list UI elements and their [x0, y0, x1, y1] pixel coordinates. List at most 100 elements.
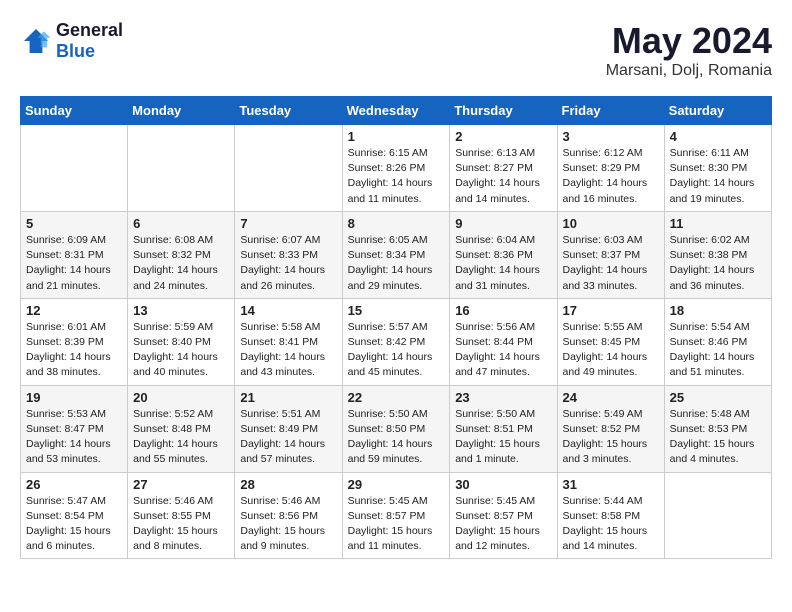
- weekday-header-thursday: Thursday: [450, 97, 557, 125]
- calendar-cell: 11Sunrise: 6:02 AM Sunset: 8:38 PM Dayli…: [664, 211, 771, 298]
- day-number: 6: [133, 216, 229, 231]
- calendar-cell: 21 Sunrise: 5:51 AM Sunset: 8:49 PM Dayli…: [235, 385, 342, 472]
- calendar-title: May 2024: [606, 20, 772, 62]
- day-info: Sunrise: 5:51 AM Sunset: 8:49 PM Dayligh…: [240, 407, 336, 468]
- day-number: 26: [26, 477, 122, 492]
- calendar-body: 1Sunrise: 6:15 AM Sunset: 8:26 PM Daylig…: [21, 125, 772, 559]
- weekday-header-monday: Monday: [128, 97, 235, 125]
- day-info: Sunrise: 6:11 AM Sunset: 8:30 PM Dayligh…: [670, 146, 766, 207]
- weekday-header-saturday: Saturday: [664, 97, 771, 125]
- day-number: 2: [455, 129, 551, 144]
- page-header: General Blue May 2024 Marsani, Dolj, Rom…: [20, 20, 772, 80]
- calendar-cell: [664, 472, 771, 559]
- weekday-header-friday: Friday: [557, 97, 664, 125]
- calendar-table: SundayMondayTuesdayWednesdayThursdayFrid…: [20, 96, 772, 559]
- calendar-cell: 2 Sunrise: 6:13 AM Sunset: 8:27 PM Daylig…: [450, 125, 557, 212]
- calendar-cell: 14Sunrise: 5:58 AM Sunset: 8:41 PM Dayli…: [235, 298, 342, 385]
- day-number: 27: [133, 477, 229, 492]
- calendar-subtitle: Marsani, Dolj, Romania: [606, 62, 772, 80]
- calendar-cell: 5 Sunrise: 6:09 AM Sunset: 8:31 PM Daylig…: [21, 211, 128, 298]
- day-number: 21: [240, 390, 336, 405]
- logo-text-blue: Blue: [56, 41, 123, 62]
- day-info: Sunrise: 6:09 AM Sunset: 8:31 PM Dayligh…: [26, 233, 122, 294]
- calendar-cell: 24Sunrise: 5:49 AM Sunset: 8:52 PM Dayli…: [557, 385, 664, 472]
- day-info: Sunrise: 6:03 AM Sunset: 8:37 PM Dayligh…: [563, 233, 659, 294]
- day-number: 11: [670, 216, 766, 231]
- calendar-cell: [235, 125, 342, 212]
- day-number: 7: [240, 216, 336, 231]
- calendar-cell: 1Sunrise: 6:15 AM Sunset: 8:26 PM Daylig…: [342, 125, 450, 212]
- day-info: Sunrise: 5:45 AM Sunset: 8:57 PM Dayligh…: [455, 494, 551, 555]
- day-info: Sunrise: 5:55 AM Sunset: 8:45 PM Dayligh…: [563, 320, 659, 381]
- day-number: 28: [240, 477, 336, 492]
- calendar-cell: 20 Sunrise: 5:52 AM Sunset: 8:48 PM Dayli…: [128, 385, 235, 472]
- calendar-cell: 18Sunrise: 5:54 AM Sunset: 8:46 PM Dayli…: [664, 298, 771, 385]
- calendar-cell: 17 Sunrise: 5:55 AM Sunset: 8:45 PM Dayli…: [557, 298, 664, 385]
- logo: General Blue: [20, 20, 123, 62]
- day-info: Sunrise: 5:59 AM Sunset: 8:40 PM Dayligh…: [133, 320, 229, 381]
- calendar-cell: 25 Sunrise: 5:48 AM Sunset: 8:53 PM Dayli…: [664, 385, 771, 472]
- day-info: Sunrise: 6:08 AM Sunset: 8:32 PM Dayligh…: [133, 233, 229, 294]
- day-number: 10: [563, 216, 659, 231]
- day-number: 5: [26, 216, 122, 231]
- calendar-cell: 3 Sunrise: 6:12 AM Sunset: 8:29 PM Daylig…: [557, 125, 664, 212]
- calendar-week-2: 5 Sunrise: 6:09 AM Sunset: 8:31 PM Daylig…: [21, 211, 772, 298]
- calendar-cell: 31 Sunrise: 5:44 AM Sunset: 8:58 PM Dayli…: [557, 472, 664, 559]
- calendar-cell: 4Sunrise: 6:11 AM Sunset: 8:30 PM Daylig…: [664, 125, 771, 212]
- day-info: Sunrise: 5:46 AM Sunset: 8:55 PM Dayligh…: [133, 494, 229, 555]
- day-info: Sunrise: 5:50 AM Sunset: 8:51 PM Dayligh…: [455, 407, 551, 468]
- day-number: 20: [133, 390, 229, 405]
- day-number: 8: [348, 216, 445, 231]
- calendar-week-1: 1Sunrise: 6:15 AM Sunset: 8:26 PM Daylig…: [21, 125, 772, 212]
- day-info: Sunrise: 6:01 AM Sunset: 8:39 PM Dayligh…: [26, 320, 122, 381]
- day-info: Sunrise: 6:07 AM Sunset: 8:33 PM Dayligh…: [240, 233, 336, 294]
- calendar-week-3: 12 Sunrise: 6:01 AM Sunset: 8:39 PM Dayli…: [21, 298, 772, 385]
- calendar-cell: 19 Sunrise: 5:53 AM Sunset: 8:47 PM Dayli…: [21, 385, 128, 472]
- day-info: Sunrise: 6:05 AM Sunset: 8:34 PM Dayligh…: [348, 233, 445, 294]
- calendar-week-5: 26Sunrise: 5:47 AM Sunset: 8:54 PM Dayli…: [21, 472, 772, 559]
- day-number: 9: [455, 216, 551, 231]
- calendar-cell: 10 Sunrise: 6:03 AM Sunset: 8:37 PM Dayli…: [557, 211, 664, 298]
- day-number: 12: [26, 303, 122, 318]
- day-info: Sunrise: 5:56 AM Sunset: 8:44 PM Dayligh…: [455, 320, 551, 381]
- calendar-cell: 27 Sunrise: 5:46 AM Sunset: 8:55 PM Dayli…: [128, 472, 235, 559]
- calendar-cell: 23Sunrise: 5:50 AM Sunset: 8:51 PM Dayli…: [450, 385, 557, 472]
- day-info: Sunrise: 6:12 AM Sunset: 8:29 PM Dayligh…: [563, 146, 659, 207]
- day-info: Sunrise: 6:13 AM Sunset: 8:27 PM Dayligh…: [455, 146, 551, 207]
- calendar-cell: 22Sunrise: 5:50 AM Sunset: 8:50 PM Dayli…: [342, 385, 450, 472]
- calendar-cell: 29Sunrise: 5:45 AM Sunset: 8:57 PM Dayli…: [342, 472, 450, 559]
- calendar-cell: 6 Sunrise: 6:08 AM Sunset: 8:32 PM Daylig…: [128, 211, 235, 298]
- day-info: Sunrise: 5:53 AM Sunset: 8:47 PM Dayligh…: [26, 407, 122, 468]
- calendar-cell: 8 Sunrise: 6:05 AM Sunset: 8:34 PM Daylig…: [342, 211, 450, 298]
- day-number: 31: [563, 477, 659, 492]
- calendar-cell: 26Sunrise: 5:47 AM Sunset: 8:54 PM Dayli…: [21, 472, 128, 559]
- day-number: 25: [670, 390, 766, 405]
- day-number: 30: [455, 477, 551, 492]
- day-number: 3: [563, 129, 659, 144]
- day-number: 19: [26, 390, 122, 405]
- day-info: Sunrise: 5:52 AM Sunset: 8:48 PM Dayligh…: [133, 407, 229, 468]
- day-number: 13: [133, 303, 229, 318]
- day-number: 1: [348, 129, 445, 144]
- calendar-cell: 28 Sunrise: 5:46 AM Sunset: 8:56 PM Dayli…: [235, 472, 342, 559]
- weekday-header-sunday: Sunday: [21, 97, 128, 125]
- calendar-week-4: 19 Sunrise: 5:53 AM Sunset: 8:47 PM Dayli…: [21, 385, 772, 472]
- day-info: Sunrise: 5:46 AM Sunset: 8:56 PM Dayligh…: [240, 494, 336, 555]
- day-info: Sunrise: 5:58 AM Sunset: 8:41 PM Dayligh…: [240, 320, 336, 381]
- logo-icon: [20, 25, 52, 57]
- day-info: Sunrise: 5:45 AM Sunset: 8:57 PM Dayligh…: [348, 494, 445, 555]
- calendar-cell: 12 Sunrise: 6:01 AM Sunset: 8:39 PM Dayli…: [21, 298, 128, 385]
- calendar-cell: [128, 125, 235, 212]
- day-info: Sunrise: 5:44 AM Sunset: 8:58 PM Dayligh…: [563, 494, 659, 555]
- weekday-header-tuesday: Tuesday: [235, 97, 342, 125]
- day-info: Sunrise: 5:57 AM Sunset: 8:42 PM Dayligh…: [348, 320, 445, 381]
- calendar-cell: 7 Sunrise: 6:07 AM Sunset: 8:33 PM Daylig…: [235, 211, 342, 298]
- day-info: Sunrise: 5:48 AM Sunset: 8:53 PM Dayligh…: [670, 407, 766, 468]
- day-info: Sunrise: 5:50 AM Sunset: 8:50 PM Dayligh…: [348, 407, 445, 468]
- day-number: 16: [455, 303, 551, 318]
- calendar-cell: [21, 125, 128, 212]
- calendar-cell: 15Sunrise: 5:57 AM Sunset: 8:42 PM Dayli…: [342, 298, 450, 385]
- day-info: Sunrise: 6:04 AM Sunset: 8:36 PM Dayligh…: [455, 233, 551, 294]
- day-number: 17: [563, 303, 659, 318]
- day-info: Sunrise: 5:54 AM Sunset: 8:46 PM Dayligh…: [670, 320, 766, 381]
